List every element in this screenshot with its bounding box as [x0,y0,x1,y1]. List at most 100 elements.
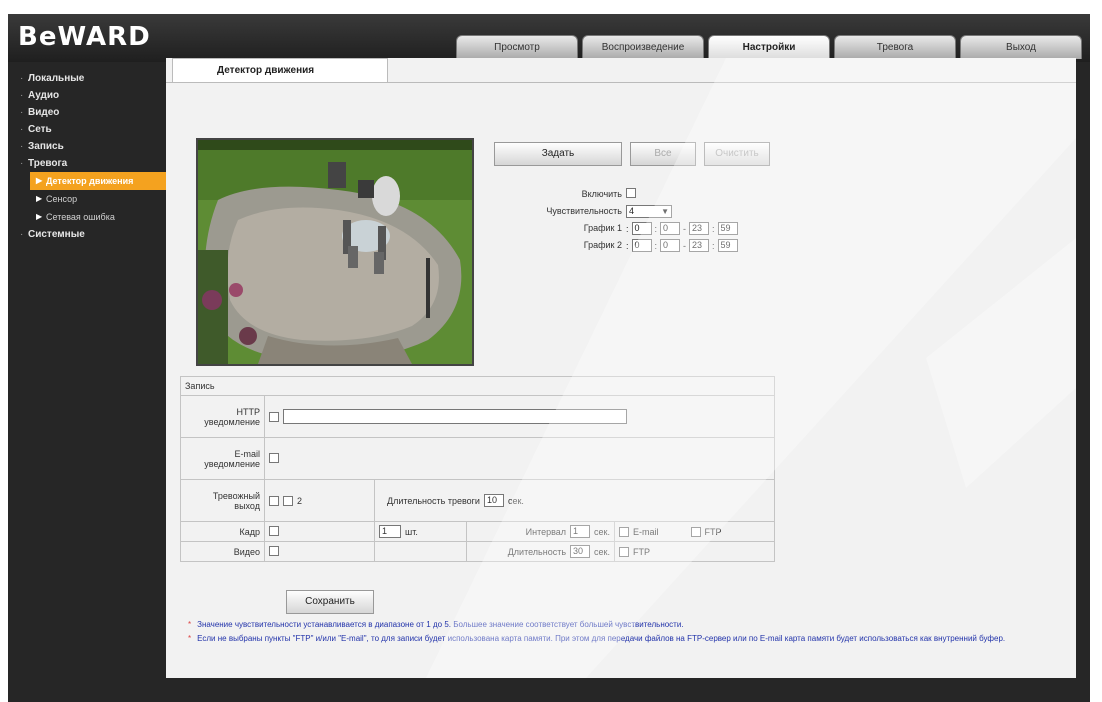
motion-settings-form: Включить Чувствительность 4 ▼ График 1 : … [494,188,764,256]
separator: : [626,223,629,234]
arrow-right-icon: ▶ [36,176,43,185]
snapshot-ftp-checkbox[interactable] [690,526,701,537]
set-zone-button[interactable]: Задать [494,142,622,166]
sidebar-item-label: Видео [28,107,60,118]
camera-preview[interactable] [196,138,474,366]
select-all-button[interactable]: Все [630,142,696,166]
bullet-icon: · [20,158,24,169]
save-button[interactable]: Сохранить [286,590,374,614]
enable-checkbox[interactable] [626,188,636,198]
sidebar-item-alarm[interactable]: · Тревога [8,155,168,172]
tab-playback[interactable]: Воспроизведение [582,35,704,59]
sidebar-item-label: Системные [28,229,85,240]
camera-preview-image [198,140,472,364]
snapshot-email-label: E-mail [633,526,659,537]
video-duration-input[interactable]: 30 [570,545,591,558]
alarm-out-1-checkbox[interactable] [269,495,279,506]
tab-view[interactable]: Просмотр [456,35,578,59]
alarm-duration-input[interactable]: 10 [483,494,504,507]
snapshot-count-unit: шт. [405,526,418,537]
event-actions-table: Запись HTTP уведомление E-mail уведомлен… [179,376,776,562]
bullet-icon: · [20,229,24,240]
content-panel: Детектор движения Задать Все Очистить Вк… [166,58,1076,678]
snapshot-email-checkbox[interactable] [619,526,629,537]
sidebar-item-audio[interactable]: · Аудио [8,87,168,104]
sidebar-item-label: Запись [28,141,64,152]
enable-label: Включить [581,189,622,199]
schedule-1-start-min[interactable]: 0 [660,222,681,235]
snapshot-interval-input[interactable]: 1 [570,525,591,538]
schedule-1-end-min[interactable]: 59 [717,222,738,235]
enable-row: Включить [494,188,764,205]
tab-alarm[interactable]: Тревога [834,35,956,59]
sidebar-item-label: Локальные [28,73,85,84]
event-table-header: Запись [179,376,776,396]
snapshot-ftp-label: FTP [704,526,722,537]
sidebar-item-video[interactable]: · Видео [8,104,168,121]
video-checkbox[interactable] [269,545,279,556]
alarm-duration-unit: сек. [507,495,524,506]
video-ftp-checkbox[interactable] [619,546,629,557]
tab-settings[interactable]: Настройки [708,35,830,59]
separator: - [683,223,687,234]
schedule-2-start-min[interactable]: 0 [660,239,681,252]
content-tab-motion-detection[interactable]: Детектор движения [172,58,388,82]
note-text: Если не выбраны пункты "FTP" и/или "E-ma… [197,634,1006,643]
schedule-2-end-min[interactable]: 59 [717,239,738,252]
asterisk-icon: * [188,620,192,629]
bullet-icon: · [20,141,24,152]
alarm-duration-label: Длительность тревоги [387,495,480,506]
http-notify-checkbox[interactable] [269,411,279,422]
schedule-1-end-hour[interactable]: 23 [689,222,710,235]
snapshot-checkbox[interactable] [269,525,279,536]
video-duration-label: Длительность [507,546,567,557]
zone-button-row: Задать Все Очистить [494,142,770,166]
schedule-1-start-hour[interactable]: 0 [631,222,652,235]
schedule-2-row: График 2 : 0 : 0 - 23 : 59 [494,239,764,256]
separator: - [683,240,687,251]
clear-zone-button[interactable]: Очистить [704,142,770,166]
schedule-2-start-hour[interactable]: 0 [631,239,652,252]
snapshot-interval-label: Интервал [525,526,567,537]
sensitivity-value: 4 [629,206,635,216]
video-label: Видео [180,541,265,562]
separator: : [712,223,715,234]
snapshot-interval-unit: сек. [594,526,610,537]
sidebar: · Локальные · Аудио · Видео · Сеть · Запись ·… [8,62,168,702]
note-item: * Если не выбраны пункты "FTP" и/или "E-m… [180,632,1070,646]
schedule-2-end-hour[interactable]: 23 [689,239,710,252]
sidebar-item-label: Сеть [28,124,52,135]
sidebar-item-label: Тревога [28,158,68,169]
bullet-icon: · [20,124,24,135]
sidebar-subitem-motion-detection[interactable]: ▶ Детектор движения [30,172,166,190]
separator: : [654,223,658,234]
snapshot-label: Кадр [180,521,265,542]
sidebar-item-network[interactable]: · Сеть [8,121,168,138]
sensitivity-select[interactable]: 4 ▼ [626,205,672,218]
email-notify-checkbox[interactable] [269,452,279,463]
snapshot-count-input[interactable]: 1 [379,525,401,538]
separator: : [654,240,658,251]
alarm-out-2-checkbox[interactable] [283,495,293,506]
sidebar-item-local[interactable]: · Локальные [8,70,168,87]
asterisk-icon: * [188,634,192,643]
sidebar-subitem-network-error[interactable]: ▶ Сетевая ошибка [8,208,168,226]
separator: : [626,240,629,251]
bullet-icon: · [20,107,24,118]
schedule-2-label: График 2 [583,240,622,250]
tab-logout[interactable]: Выход [960,35,1082,59]
sensitivity-label: Чувствительность [546,206,622,216]
arrow-right-icon: ▶ [36,212,43,221]
tab-divider [166,82,1076,83]
video-ftp-label: FTP [633,546,650,557]
sidebar-item-system[interactable]: · Системные [8,226,168,243]
note-item: * Значение чувствительности устанавливает… [180,618,1070,632]
notes-block: * Значение чувствительности устанавливает… [180,618,1070,646]
http-notify-url-input[interactable] [283,409,627,424]
alarm-out-label: Тревожный выход [180,479,265,522]
top-bar: BeWARD Просмотр Воспроизведение Настройк… [8,14,1090,62]
sidebar-item-record[interactable]: · Запись [8,138,168,155]
sidebar-subitem-sensor[interactable]: ▶ Сенсор [8,190,168,208]
brand-logo: BeWARD [18,22,151,52]
email-notify-label: E-mail уведомление [180,437,265,480]
